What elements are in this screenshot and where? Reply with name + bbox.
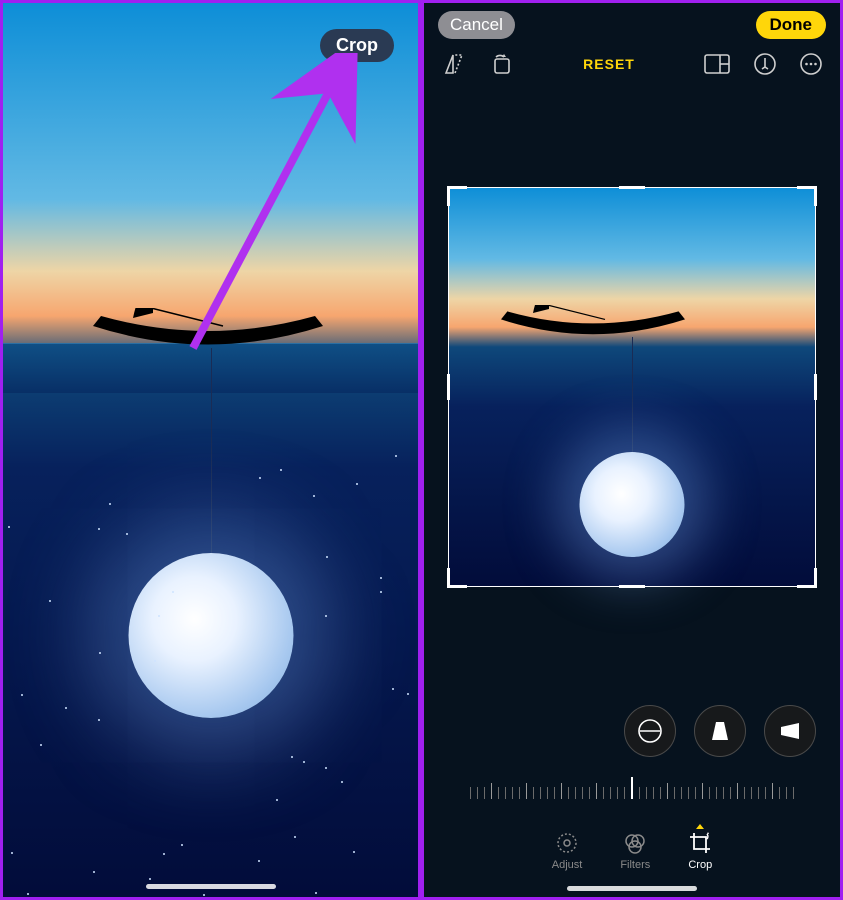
horizontal-perspective-button[interactable] bbox=[764, 705, 816, 757]
aspect-ratio-icon[interactable] bbox=[700, 50, 734, 78]
slider-center-indicator bbox=[631, 777, 633, 799]
tab-label: Adjust bbox=[552, 859, 583, 871]
tab-label: Filters bbox=[620, 859, 650, 871]
crop-image-preview bbox=[448, 187, 816, 587]
crop-button[interactable]: Crop bbox=[320, 29, 394, 62]
more-icon[interactable] bbox=[796, 49, 826, 79]
markup-icon[interactable] bbox=[750, 49, 780, 79]
tab-filters[interactable]: Filters bbox=[620, 824, 650, 871]
illustration-fishing-line bbox=[632, 337, 633, 457]
illustration-moon bbox=[580, 452, 685, 557]
editor-screen: Cancel Done RESET bbox=[421, 0, 843, 900]
perspective-controls bbox=[624, 705, 816, 757]
reset-button[interactable]: RESET bbox=[583, 56, 635, 72]
vertical-perspective-button[interactable] bbox=[694, 705, 746, 757]
crop-toolbar: RESET bbox=[424, 43, 840, 89]
viewer-screen: Crop bbox=[0, 0, 421, 900]
illustration-boat bbox=[498, 305, 688, 337]
tab-crop[interactable]: Crop bbox=[688, 824, 712, 871]
straighten-button[interactable] bbox=[624, 705, 676, 757]
tick-marks bbox=[470, 773, 794, 799]
rotate-icon[interactable] bbox=[486, 49, 518, 79]
photo-illustration bbox=[3, 3, 418, 897]
editor-mode-tabs: Adjust Filters Crop bbox=[424, 824, 840, 871]
home-indicator[interactable] bbox=[567, 886, 697, 891]
crop-canvas[interactable] bbox=[448, 187, 816, 587]
cancel-button[interactable]: Cancel bbox=[438, 11, 515, 39]
home-indicator[interactable] bbox=[146, 884, 276, 889]
tab-adjust[interactable]: Adjust bbox=[552, 824, 583, 871]
flip-icon[interactable] bbox=[438, 49, 470, 79]
illustration-boat bbox=[93, 308, 323, 348]
tab-label: Crop bbox=[688, 859, 712, 871]
top-bar: Cancel Done bbox=[424, 3, 840, 43]
straighten-slider[interactable] bbox=[448, 773, 816, 799]
done-button[interactable]: Done bbox=[756, 11, 827, 39]
